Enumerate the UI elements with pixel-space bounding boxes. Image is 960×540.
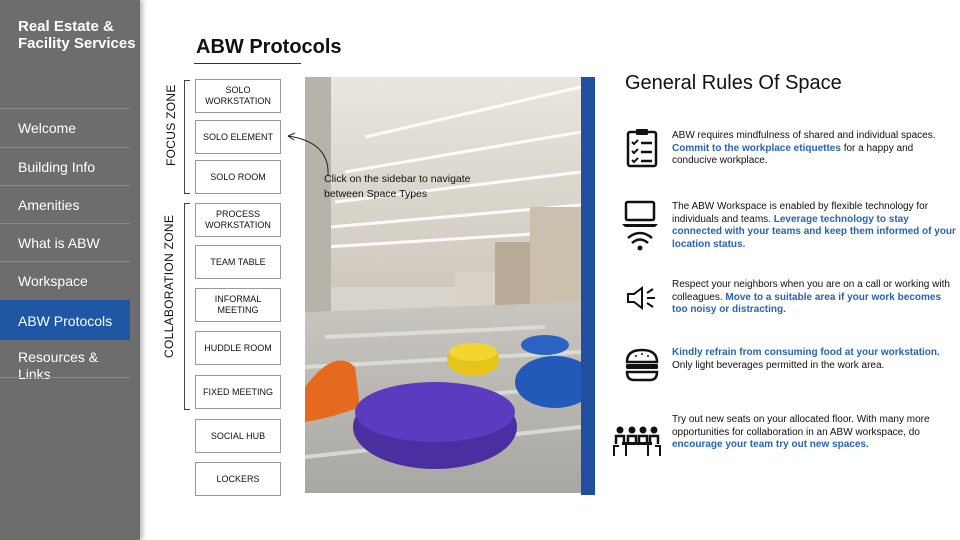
space-label: SOLO ELEMENT (202, 131, 274, 142)
sidebar-item-welcome[interactable]: Welcome (0, 108, 130, 146)
collaboration-zone-label: COLLABORATION ZONE (162, 214, 176, 358)
space-lockers-button[interactable]: LOCKERS (195, 462, 281, 496)
accent-bar (581, 77, 595, 495)
space-social-hub-button[interactable]: SOCIAL HUB (195, 419, 281, 453)
space-label: TEAM TABLE (210, 256, 266, 267)
space-label: FIXED MEETING (202, 386, 273, 397)
space-label: SOCIAL HUB (210, 430, 266, 441)
office-lounge-illustration (305, 77, 581, 493)
collaboration-zone-bracket (184, 203, 190, 410)
sidebar: Real Estate & Facility Services Welcome … (0, 0, 140, 540)
sidebar-item-resources-links[interactable]: Resources & Links (0, 340, 130, 382)
sidebar-divider (0, 377, 130, 378)
focus-zone-bracket (184, 80, 190, 194)
laptop-wifi-icon (622, 200, 658, 251)
space-solo-workstation-button[interactable]: SOLO WORKSTATION (195, 79, 281, 113)
title-underline (194, 63, 301, 64)
office-photo (305, 77, 581, 493)
space-label: HUDDLE ROOM (204, 342, 272, 353)
space-solo-element-button[interactable]: SOLO ELEMENT (195, 120, 281, 154)
space-label: INFORMAL MEETING (214, 294, 262, 315)
speaker-icon (627, 286, 655, 310)
page-title: ABW Protocols (196, 36, 342, 58)
sidebar-item-amenities[interactable]: Amenities (0, 185, 130, 223)
sidebar-item-building-info[interactable]: Building Info (0, 147, 130, 185)
space-process-workstation-button[interactable]: PROCESS WORKSTATION (195, 203, 281, 237)
space-fixed-meeting-button[interactable]: FIXED MEETING (195, 375, 281, 409)
brand-title: Real Estate & Facility Services (18, 18, 136, 52)
space-label: LOCKERS (216, 473, 260, 484)
space-huddle-room-button[interactable]: HUDDLE ROOM (195, 331, 281, 365)
navigation-hint: Click on the sidebar to navigate between… (324, 173, 471, 200)
rule-text-plain: ABW requires mindfulness of shared and i… (672, 130, 936, 141)
sidebar-item-abw-protocols[interactable]: ABW Protocols (0, 300, 130, 340)
focus-zone-label: FOCUS ZONE (164, 84, 178, 166)
sidebar-item-what-is-abw[interactable]: What is ABW (0, 223, 130, 261)
rule-text-etiquette: ABW requires mindfulness of shared and i… (672, 130, 957, 168)
sidebar-item-workspace[interactable]: Workspace (0, 261, 130, 299)
rule-text-noise: Respect your neighbors when you are on a… (672, 279, 957, 317)
rules-title: General Rules Of Space (625, 72, 842, 94)
space-label: SOLO ROOM (210, 171, 266, 182)
rule-text-seating: Try out new seats on your allocated floo… (672, 414, 957, 452)
rule-text-plain: Only light beverages permitted in the wo… (672, 359, 885, 371)
rule-text-highlight: encourage your team try out new spaces. (672, 439, 869, 450)
space-label: SOLO WORKSTATION (205, 85, 271, 106)
burger-icon (625, 348, 659, 382)
rule-text-highlight: Kindly refrain from consuming food at yo… (672, 347, 940, 358)
rule-text-plain: Try out new seats on your allocated floo… (672, 414, 930, 438)
rule-text-food: Kindly refrain from consuming food at yo… (672, 347, 957, 372)
space-solo-room-button[interactable]: SOLO ROOM (195, 160, 281, 194)
rule-text-highlight: Commit to the workplace etiquettes (672, 142, 841, 154)
space-label: PROCESS WORKSTATION (205, 209, 271, 230)
team-meeting-icon (613, 426, 661, 456)
clipboard-checklist-icon (626, 129, 658, 168)
space-team-table-button[interactable]: TEAM TABLE (195, 245, 281, 279)
space-informal-meeting-button[interactable]: INFORMAL MEETING (195, 288, 281, 322)
rule-text-technology: The ABW Workspace is enabled by flexible… (672, 201, 957, 251)
